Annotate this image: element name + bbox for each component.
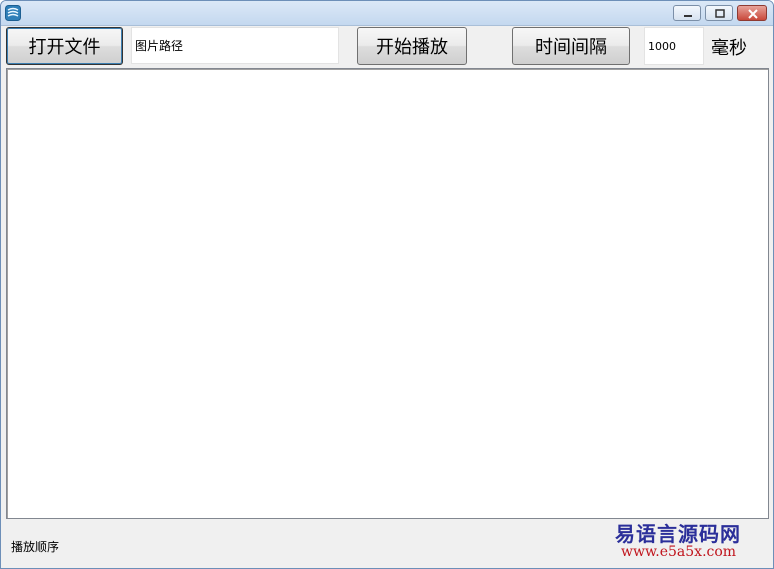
close-button[interactable] [737, 5, 767, 21]
interval-unit-label: 毫秒 [711, 38, 747, 59]
watermark-name: 易语言源码网 [615, 522, 741, 546]
start-play-button[interactable]: 开始播放 [357, 27, 467, 65]
interval-input[interactable]: 1000 [644, 27, 704, 65]
title-bar[interactable] [1, 1, 773, 26]
close-icon [748, 9, 758, 19]
play-order-label: 播放顺序 [11, 540, 60, 554]
maximize-icon [715, 9, 725, 18]
watermark-url: www.e5a5x.com [621, 544, 737, 560]
app-icon [5, 5, 21, 21]
open-file-button[interactable]: 打开文件 [6, 27, 123, 65]
maximize-button[interactable] [705, 5, 733, 21]
minimize-button[interactable] [673, 5, 701, 21]
image-path-field[interactable]: 图片路径 [131, 27, 339, 64]
time-interval-button[interactable]: 时间间隔 [512, 27, 630, 65]
image-display-area [6, 68, 769, 519]
app-window: 打开文件 图片路径 开始播放 时间间隔 1000 毫秒 播放顺序 [0, 0, 774, 569]
minimize-icon [684, 15, 692, 17]
